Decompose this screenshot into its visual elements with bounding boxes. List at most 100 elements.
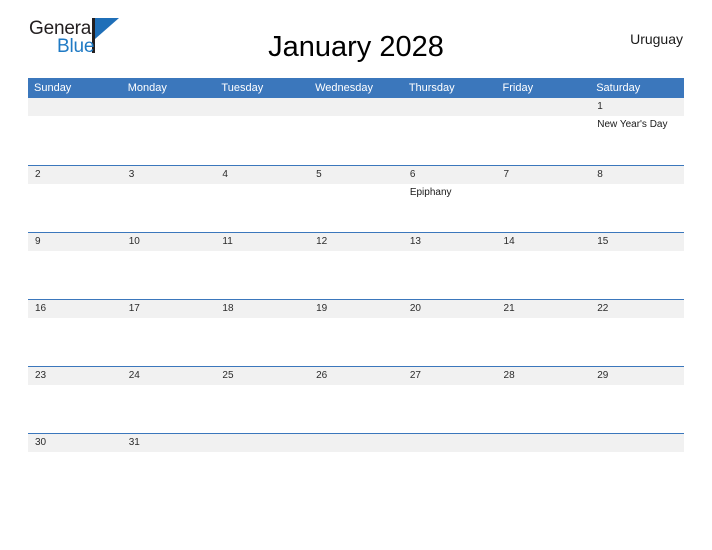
day-cell[interactable]: 27	[402, 365, 497, 433]
day-number: 16	[28, 299, 122, 318]
day-cell[interactable]	[309, 432, 403, 500]
day-cell[interactable]	[28, 98, 122, 165]
day-number: 5	[309, 165, 403, 184]
day-event	[403, 251, 497, 253]
day-number: 21	[496, 299, 591, 318]
day-event	[309, 184, 403, 186]
day-cell[interactable]: 23	[28, 365, 122, 433]
day-number	[121, 98, 216, 116]
day-event	[590, 452, 684, 454]
day-event	[497, 116, 591, 118]
day-cell[interactable]: 8	[590, 164, 684, 232]
day-cell[interactable]: 9	[28, 231, 122, 299]
day-cell[interactable]: 6 Epiphany	[402, 164, 497, 232]
day-cell[interactable]: 3	[121, 164, 216, 232]
day-cell[interactable]: 17	[121, 298, 216, 366]
day-cell[interactable]	[496, 432, 591, 500]
day-event	[403, 385, 497, 387]
day-event	[122, 452, 216, 454]
day-cell[interactable]: 16	[28, 298, 122, 366]
day-cell[interactable]	[309, 98, 403, 165]
day-number: 10	[121, 232, 216, 251]
general-blue-logo[interactable]: General Blue	[29, 17, 141, 61]
day-event: Epiphany	[409, 186, 452, 198]
day-number: 28	[496, 366, 591, 385]
day-number: 7	[496, 165, 591, 184]
day-event	[590, 251, 684, 253]
day-number	[402, 98, 497, 116]
calendar-week-row: 1 New Year's Day	[28, 98, 684, 165]
day-event	[122, 184, 216, 186]
day-cell[interactable]	[121, 98, 216, 165]
day-cell[interactable]: 25	[215, 365, 310, 433]
day-cell[interactable]: 5	[309, 164, 403, 232]
day-event	[28, 452, 122, 454]
calendar-body: 1 New Year's Day 2 3 4 5 6 Epiphany 7 8 9 …	[28, 98, 684, 500]
day-cell[interactable]: 18	[215, 298, 310, 366]
weekday-header-monday: Monday	[121, 78, 216, 98]
day-cell[interactable]	[215, 98, 310, 165]
day-cell[interactable]: 19	[309, 298, 403, 366]
day-event	[403, 116, 497, 118]
day-cell[interactable]: 24	[121, 365, 216, 433]
day-cell[interactable]: 31	[121, 432, 216, 500]
day-number: 29	[590, 366, 684, 385]
day-cell[interactable]	[402, 98, 497, 165]
day-cell[interactable]: 1 New Year's Day	[590, 98, 684, 165]
day-event	[309, 452, 403, 454]
day-event	[28, 385, 122, 387]
day-cell[interactable]: 22	[590, 298, 684, 366]
day-cell[interactable]: 30	[28, 432, 122, 500]
day-event	[403, 318, 497, 320]
day-number	[496, 98, 591, 116]
day-number: 4	[215, 165, 310, 184]
day-cell[interactable]: 4	[215, 164, 310, 232]
weekday-header-sunday: Sunday	[28, 78, 122, 98]
day-number	[590, 433, 684, 452]
day-cell[interactable]: 11	[215, 231, 310, 299]
day-event	[497, 452, 591, 454]
day-event	[122, 385, 216, 387]
day-cell[interactable]	[215, 432, 310, 500]
day-cell[interactable]: 15	[590, 231, 684, 299]
country-label: Uruguay	[630, 31, 683, 47]
day-event	[28, 251, 122, 253]
day-number: 3	[121, 165, 216, 184]
day-cell[interactable]: 12	[309, 231, 403, 299]
day-cell[interactable]: 28	[496, 365, 591, 433]
day-number: 18	[215, 299, 310, 318]
day-cell[interactable]: 26	[309, 365, 403, 433]
day-number: 14	[496, 232, 591, 251]
day-number: 15	[590, 232, 684, 251]
day-number: 24	[121, 366, 216, 385]
day-cell[interactable]: 20	[402, 298, 497, 366]
day-event	[28, 184, 122, 186]
day-cell[interactable]	[590, 432, 684, 500]
day-event	[215, 452, 309, 454]
day-cell[interactable]: 21	[496, 298, 591, 366]
day-number	[215, 98, 310, 116]
day-event: New Year's Day	[597, 119, 668, 130]
day-cell[interactable]: 2	[28, 164, 122, 232]
day-cell[interactable]: 10	[121, 231, 216, 299]
day-cell[interactable]: 7	[496, 164, 591, 232]
day-number	[28, 98, 122, 116]
day-event	[122, 116, 216, 118]
weekday-header-saturday: Saturday	[590, 78, 684, 98]
day-cell[interactable]: 14	[496, 231, 591, 299]
day-cell[interactable]	[496, 98, 591, 165]
flag-triangle-icon	[95, 18, 119, 39]
day-event	[28, 318, 122, 320]
day-number: 23	[28, 366, 122, 385]
day-event	[309, 251, 403, 253]
day-number: 27	[402, 366, 497, 385]
day-number	[215, 433, 310, 452]
day-cell[interactable]: 29	[590, 365, 684, 433]
day-cell[interactable]: 13	[402, 231, 497, 299]
day-number: 9	[28, 232, 122, 251]
day-number: 8	[590, 165, 684, 184]
day-event	[309, 318, 403, 320]
weekday-header-wednesday: Wednesday	[309, 78, 403, 98]
day-cell[interactable]	[402, 432, 497, 500]
day-event	[309, 116, 403, 118]
